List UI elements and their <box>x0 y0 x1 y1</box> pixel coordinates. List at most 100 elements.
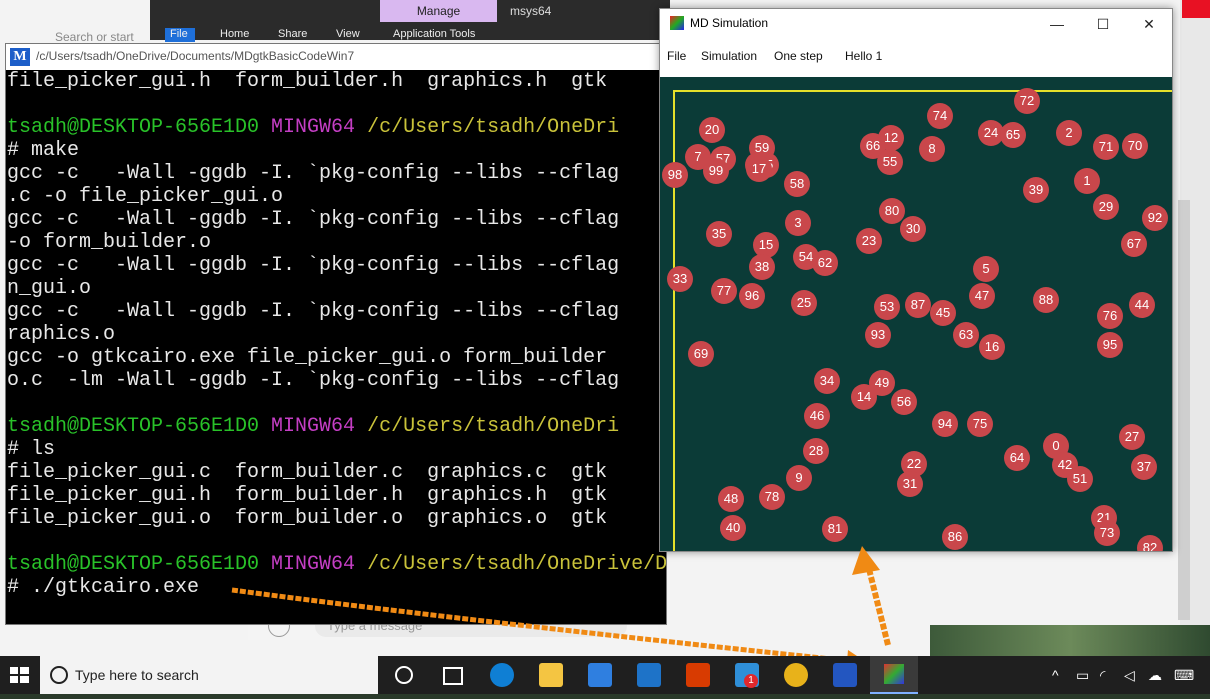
particle: 35 <box>706 221 732 247</box>
md-simulation-taskbar-button[interactable] <box>870 656 918 694</box>
particle: 47 <box>969 283 995 309</box>
particle: 81 <box>822 516 848 542</box>
particle: 39 <box>1023 177 1049 203</box>
app-cube-icon <box>670 16 684 30</box>
chevron-up-icon[interactable]: ^ <box>1052 667 1059 683</box>
minimize-button[interactable]: — <box>1042 13 1072 35</box>
explorer-ribbon: File Home Share View Application Tools <box>150 24 670 42</box>
particle: 58 <box>784 171 810 197</box>
md-menubar: File Simulation One step Hello 1 <box>660 39 1172 75</box>
particle: 2 <box>1056 120 1082 146</box>
terminal-line: n_gui.o <box>7 277 92 300</box>
background-search[interactable]: Search or start <box>55 30 134 44</box>
terminal-window[interactable]: M /c/Users/tsadh/OneDrive/Documents/MDgt… <box>5 43 667 625</box>
windows-logo-icon <box>10 667 29 683</box>
particle: 70 <box>1122 133 1148 159</box>
simulation-canvas[interactable]: 7274202465271705912667573645178995558391… <box>660 77 1172 551</box>
particle: 86 <box>942 524 968 550</box>
particle: 29 <box>1093 194 1119 220</box>
ribbon-view[interactable]: View <box>336 28 360 40</box>
ribbon-home[interactable]: Home <box>220 28 249 40</box>
msys-terminal-icon[interactable] <box>833 663 857 687</box>
menu-one-step[interactable]: One step <box>774 49 823 63</box>
keyboard-icon[interactable]: ⌨ <box>1174 667 1194 684</box>
particle: 56 <box>891 389 917 415</box>
ribbon-application-tools[interactable]: Application Tools <box>393 28 475 40</box>
battery-icon[interactable]: ▭ <box>1076 667 1089 684</box>
particle: 33 <box>667 266 693 292</box>
mail-icon[interactable] <box>637 663 661 687</box>
store-icon[interactable] <box>588 663 612 687</box>
terminal-line: file_picker_gui.c form_builder.c graphic… <box>7 461 608 484</box>
particle: 16 <box>979 334 1005 360</box>
particle: 78 <box>759 484 785 510</box>
terminal-line: # ./gtkcairo.exe <box>7 576 200 599</box>
particle: 63 <box>953 322 979 348</box>
terminal-line: tsadh@DESKTOP-656E1D0 MINGW64 /c/Users/t… <box>7 553 666 576</box>
taskbar: Type here to search 1 ^ ▭ ◜ ◁ ☁ ⌨ <box>0 656 1210 694</box>
particle: 5 <box>973 256 999 282</box>
windows-start-button[interactable] <box>0 656 40 694</box>
menu-file[interactable]: File <box>667 49 686 63</box>
particle: 92 <box>1142 205 1168 231</box>
md-window-title: MD Simulation <box>690 16 769 30</box>
terminal-line: file_picker_gui.o form_builder.o graphic… <box>7 507 608 530</box>
terminal-line: gcc -c -Wall -ggdb -I. `pkg-config --lib… <box>7 208 620 231</box>
explorer-msys-tab[interactable]: msys64 <box>510 0 610 22</box>
office-icon[interactable] <box>686 663 710 687</box>
particle: 75 <box>967 411 993 437</box>
particle: 71 <box>1093 134 1119 160</box>
particle: 98 <box>662 162 688 188</box>
particle: 76 <box>1097 303 1123 329</box>
particle: 53 <box>874 294 900 320</box>
background-scrollbar[interactable] <box>1178 200 1190 620</box>
particle: 20 <box>699 117 725 143</box>
terminal-line: # make <box>7 139 80 162</box>
volume-icon[interactable]: ◁ <box>1124 667 1135 684</box>
menu-hello[interactable]: Hello 1 <box>845 49 882 63</box>
terminal-line: tsadh@DESKTOP-656E1D0 MINGW64 /c/Users/t… <box>7 415 620 438</box>
task-view-icon[interactable] <box>443 667 463 685</box>
terminal-line: raphics.o <box>7 323 116 346</box>
terminal-titlebar[interactable]: M /c/Users/tsadh/OneDrive/Documents/MDgt… <box>6 44 666 70</box>
app-cube-icon <box>884 664 904 684</box>
particle: 44 <box>1129 292 1155 318</box>
chrome-icon[interactable] <box>784 663 808 687</box>
particle: 46 <box>804 403 830 429</box>
particle: 65 <box>1000 122 1026 148</box>
ribbon-file[interactable]: File <box>170 28 188 40</box>
particle: 95 <box>1097 332 1123 358</box>
particle: 45 <box>930 300 956 326</box>
cortana-icon[interactable] <box>395 666 413 684</box>
particle: 8 <box>919 136 945 162</box>
md-titlebar[interactable]: MD Simulation — ☐ ✕ <box>660 9 1172 39</box>
particle: 14 <box>851 384 877 410</box>
close-button[interactable]: ✕ <box>1134 13 1164 35</box>
terminal-line: tsadh@DESKTOP-656E1D0 MINGW64 /c/Users/t… <box>7 116 620 139</box>
terminal-title: /c/Users/tsadh/OneDrive/Documents/MDgtkB… <box>36 49 355 63</box>
terminal-line: .c -o file_picker_gui.o <box>7 185 284 208</box>
background-close-button[interactable] <box>1182 0 1210 18</box>
terminal-output[interactable]: file_picker_gui.h form_builder.h graphic… <box>6 70 666 624</box>
file-explorer-icon[interactable] <box>539 663 563 687</box>
particle: 40 <box>720 515 746 541</box>
particle: 34 <box>814 368 840 394</box>
wifi-icon[interactable]: ◜ <box>1100 667 1105 684</box>
cloud-icon[interactable]: ☁ <box>1148 667 1162 684</box>
edge-icon[interactable] <box>490 663 514 687</box>
explorer-manage-tab[interactable]: Manage <box>380 0 497 22</box>
maximize-button[interactable]: ☐ <box>1088 13 1118 35</box>
terminal-line: gcc -c -Wall -ggdb -I. `pkg-config --lib… <box>7 300 620 323</box>
terminal-line: gcc -c -Wall -ggdb -I. `pkg-config --lib… <box>7 254 620 277</box>
ribbon-share[interactable]: Share <box>278 28 307 40</box>
terminal-line: # ls <box>7 438 56 461</box>
notification-badge: 1 <box>744 674 758 688</box>
particle: 3 <box>785 210 811 236</box>
desktop-wallpaper <box>930 625 1210 656</box>
particle: 17 <box>746 156 772 182</box>
particle: 38 <box>749 254 775 280</box>
menu-simulation[interactable]: Simulation <box>701 49 757 63</box>
taskbar-search-text[interactable]: Type here to search <box>75 667 199 683</box>
md-simulation-window[interactable]: MD Simulation — ☐ ✕ File Simulation One … <box>659 8 1173 552</box>
mintty-icon: M <box>10 48 30 66</box>
